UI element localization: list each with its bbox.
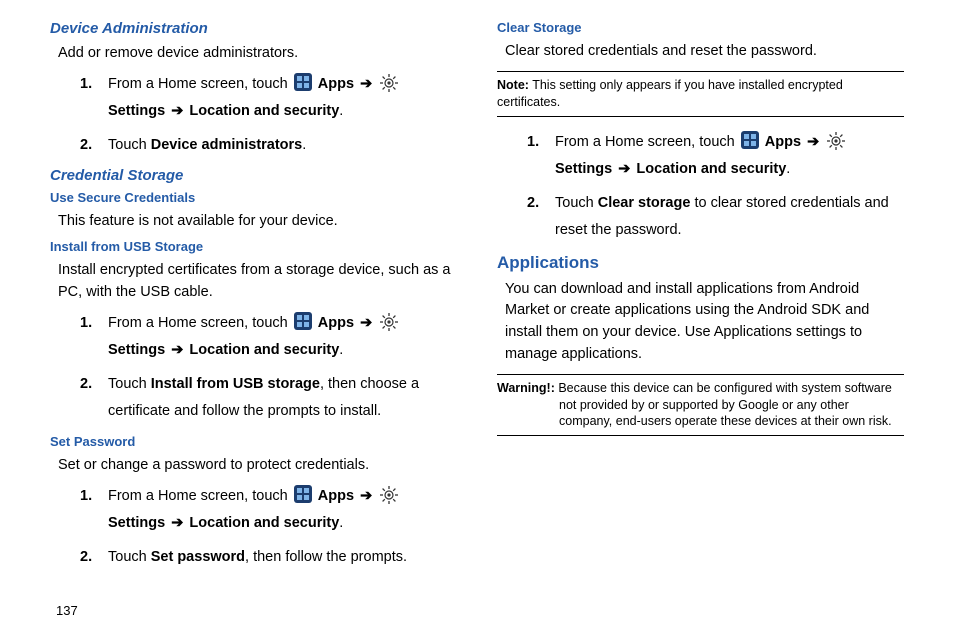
settings-icon	[827, 132, 845, 150]
warning-box: Warning!: Because this device can be con…	[497, 374, 904, 437]
step-suffix: , then follow the prompts.	[245, 549, 407, 565]
step-item: Touch Install from USB storage, then cho…	[80, 371, 457, 426]
apps-label: Apps	[318, 315, 354, 331]
step-text: Touch	[108, 376, 151, 392]
warning-text: Because this device can be configured wi…	[555, 381, 892, 429]
step-text: From a Home screen, touch	[108, 76, 292, 92]
step-item: From a Home screen, touch Apps ➔ Setting…	[80, 483, 457, 538]
location-security-label: Location and security	[636, 161, 786, 177]
settings-icon	[380, 486, 398, 504]
warning-label: Warning!:	[497, 381, 555, 395]
apps-icon	[294, 73, 312, 91]
subheading-secure-creds: Use Secure Credentials	[50, 190, 457, 205]
arrow-icon: ➔	[358, 315, 374, 331]
paragraph: You can download and install application…	[505, 279, 904, 366]
steps-list: From a Home screen, touch Apps ➔ Setting…	[527, 129, 904, 245]
apps-icon	[741, 131, 759, 149]
bold-term: Clear storage	[598, 195, 691, 211]
steps-list: From a Home screen, touch Apps ➔ Setting…	[80, 310, 457, 426]
right-column: Clear Storage Clear stored credentials a…	[497, 20, 904, 579]
location-security-label: Location and security	[189, 515, 339, 531]
step-text: From a Home screen, touch	[108, 315, 292, 331]
step-item: From a Home screen, touch Apps ➔ Setting…	[527, 129, 904, 184]
note-label: Note:	[497, 78, 529, 92]
settings-icon	[380, 313, 398, 331]
left-column: Device Administration Add or remove devi…	[50, 20, 457, 579]
paragraph: Clear stored credentials and reset the p…	[505, 41, 904, 63]
apps-icon	[294, 485, 312, 503]
arrow-icon: ➔	[169, 515, 185, 531]
paragraph: Add or remove device administrators.	[58, 43, 457, 65]
steps-list: From a Home screen, touch Apps ➔ Setting…	[80, 483, 457, 572]
step-item: Touch Set password, then follow the prom…	[80, 544, 457, 572]
paragraph: Set or change a password to protect cred…	[58, 455, 457, 477]
settings-label: Settings	[108, 103, 165, 119]
arrow-icon: ➔	[616, 161, 632, 177]
note-text: This setting only appears if you have in…	[497, 78, 843, 109]
step-item: Touch Clear storage to clear stored cred…	[527, 190, 904, 245]
arrow-icon: ➔	[358, 76, 374, 92]
subheading-set-password: Set Password	[50, 434, 457, 449]
step-text: Touch	[555, 195, 598, 211]
paragraph: This feature is not available for your d…	[58, 211, 457, 233]
paragraph: Install encrypted certificates from a st…	[58, 260, 457, 304]
settings-label: Settings	[108, 515, 165, 531]
location-security-label: Location and security	[189, 103, 339, 119]
steps-list: From a Home screen, touch Apps ➔ Setting…	[80, 71, 457, 160]
arrow-icon: ➔	[358, 488, 374, 504]
step-item: From a Home screen, touch Apps ➔ Setting…	[80, 310, 457, 365]
step-text: Touch	[108, 549, 151, 565]
bold-term: Install from USB storage	[151, 376, 320, 392]
bold-term: Set password	[151, 549, 245, 565]
subheading-clear-storage: Clear Storage	[497, 20, 904, 35]
step-item: From a Home screen, touch Apps ➔ Setting…	[80, 71, 457, 126]
arrow-icon: ➔	[169, 103, 185, 119]
heading-device-admin: Device Administration	[50, 20, 457, 37]
page-number: 137	[56, 603, 78, 618]
arrow-icon: ➔	[169, 342, 185, 358]
subheading-install-usb: Install from USB Storage	[50, 239, 457, 254]
heading-applications: Applications	[497, 253, 904, 273]
location-security-label: Location and security	[189, 342, 339, 358]
apps-label: Apps	[318, 488, 354, 504]
bold-term: Device administrators	[151, 137, 303, 153]
note-box: Note: This setting only appears if you h…	[497, 71, 904, 117]
apps-label: Apps	[318, 76, 354, 92]
step-item: Touch Device administrators.	[80, 132, 457, 160]
apps-icon	[294, 312, 312, 330]
settings-icon	[380, 74, 398, 92]
heading-credential-storage: Credential Storage	[50, 167, 457, 184]
step-text: Touch	[108, 137, 151, 153]
settings-label: Settings	[555, 161, 612, 177]
arrow-icon: ➔	[805, 134, 821, 150]
step-text: From a Home screen, touch	[555, 134, 739, 150]
apps-label: Apps	[765, 134, 801, 150]
settings-label: Settings	[108, 342, 165, 358]
step-text: From a Home screen, touch	[108, 488, 292, 504]
